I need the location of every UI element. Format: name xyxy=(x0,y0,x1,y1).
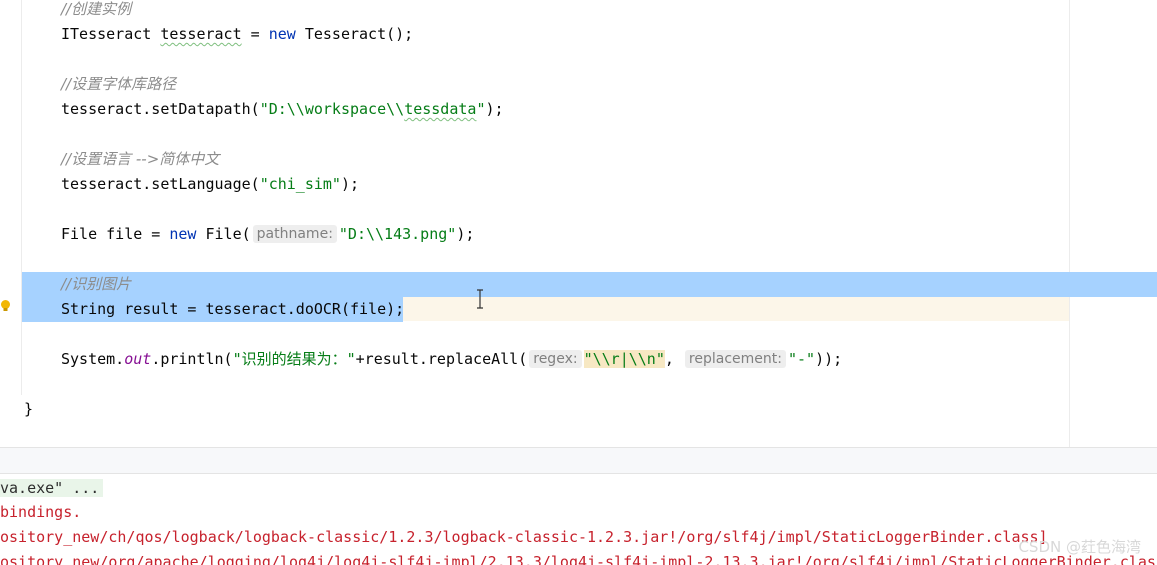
code-line-closing-brace[interactable]: } xyxy=(24,399,33,419)
code-line-comment-create[interactable]: //创建实例 xyxy=(61,0,131,19)
text-cursor-icon xyxy=(477,289,483,309)
console-line: va.exe" ... xyxy=(0,478,104,498)
parameter-hint-pathname: pathname: xyxy=(252,225,337,243)
code-line-comment-datapath[interactable]: //设置字体库路径 xyxy=(61,74,176,94)
code-line-comment-ocr[interactable]: //识别图片 xyxy=(61,274,131,294)
gutter-separator xyxy=(21,0,22,395)
console-line: ository_new/ch/qos/logback/logback-class… xyxy=(0,528,1048,546)
csdn-watermark: CSDN @荭色海湾 xyxy=(1018,538,1141,556)
code-line-println[interactable]: System.out.println("识别的结果为："+result.repl… xyxy=(61,349,842,369)
console-line: bindings. xyxy=(0,503,82,521)
code-editor[interactable]: //创建实例 ITesseract tesseract = new Tesser… xyxy=(0,0,1157,447)
caret-row-highlight xyxy=(403,297,1069,321)
panel-divider[interactable] xyxy=(0,447,1157,474)
parameter-hint-replacement: replacement: xyxy=(684,350,786,368)
code-line-set-language[interactable]: tesseract.setLanguage("chi_sim"); xyxy=(61,174,359,194)
code-line-set-datapath[interactable]: tesseract.setDatapath("D:\\workspace\\te… xyxy=(61,99,504,119)
code-line-do-ocr[interactable]: String result = tesseract.doOCR(file); xyxy=(61,299,404,319)
console-line: ository_new/org/apache/logging/log4j/log… xyxy=(0,553,1157,565)
run-console[interactable]: va.exe" ... bindings. ository_new/ch/qos… xyxy=(0,474,1157,565)
parameter-hint-regex: regex: xyxy=(529,350,582,368)
lightbulb-icon[interactable] xyxy=(1,300,10,312)
selection-highlight xyxy=(22,272,1157,297)
code-line-comment-language[interactable]: //设置语言 -->简体中文 xyxy=(61,149,219,169)
code-line-file[interactable]: File file = new File(pathname: "D:\\143.p… xyxy=(61,224,474,244)
code-line-declaration[interactable]: ITesseract tesseract = new Tesseract(); xyxy=(61,24,413,44)
right-margin-guide xyxy=(1069,0,1070,447)
